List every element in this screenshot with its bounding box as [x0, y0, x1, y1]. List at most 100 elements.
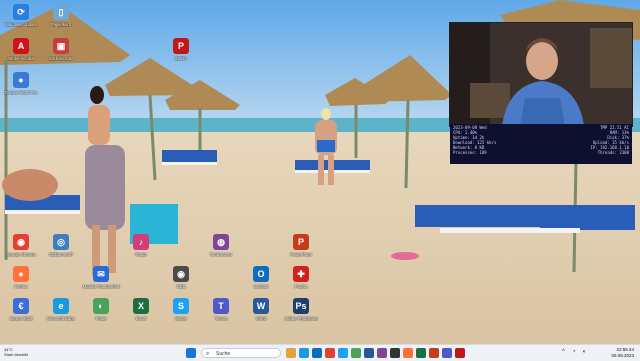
powerpoint-icon: P	[293, 234, 309, 250]
taskbar: 34°C Stark bewölkt ⌕ Suche ^ ◔ ◖ 22:55:4…	[0, 344, 640, 361]
webcam-overlay	[449, 22, 633, 127]
desktop-icon[interactable]: ◉ OBS	[160, 266, 202, 289]
desktop-icon[interactable]: S Skype	[160, 298, 202, 321]
sysinfo-row: Processes: 189 Threads: 2300	[453, 150, 629, 155]
system-monitor-widget: 2023-09-09 Wed TMP 22.51 AC CPU: 2.40% RAM:…	[450, 124, 632, 164]
desktop-icon-label: 22534	[175, 56, 187, 61]
chrome-icon[interactable]	[325, 348, 335, 358]
desktop-icon-label: Adobe Photoshop	[284, 316, 318, 321]
desktop-icon-label: Outlook	[253, 284, 269, 289]
desktop-icon[interactable]: Ps Adobe Photoshop	[280, 298, 322, 321]
desktop-icon[interactable]: ◐ Fotos	[80, 298, 122, 321]
photoshop-icon: Ps	[293, 298, 309, 314]
obs-icon: ◉	[173, 266, 189, 282]
desktop-icon[interactable]: P 22534	[160, 38, 202, 61]
desktop-icon[interactable]: ▯ Papierkorb	[40, 4, 82, 27]
desktop-icon[interactable]: P PowerPoint	[280, 234, 322, 257]
update-icon: ⟳	[13, 4, 29, 20]
word-icon: W	[253, 298, 269, 314]
desktop-icon[interactable]: ● Firefox	[0, 266, 42, 289]
desktop-icon-label: OBS	[176, 284, 186, 289]
photos-icon[interactable]	[351, 348, 361, 358]
weather-widget[interactable]: 34°C Stark bewölkt	[4, 347, 28, 357]
teams-icon: T	[213, 298, 229, 314]
desktop-icon[interactable]: ▣ Stick-Einsatz	[40, 38, 82, 61]
desktop-icon[interactable]: T Teams	[200, 298, 242, 321]
volume-icon[interactable]: ◖	[582, 349, 586, 355]
start-button[interactable]	[186, 348, 196, 358]
system-clock[interactable]: 22:55:44 09.08.2023	[611, 347, 634, 359]
desktop-icon-label: Windows Update	[5, 22, 37, 27]
excel-icon[interactable]	[416, 348, 426, 358]
desktop-icon[interactable]: e Microsoft Edge	[40, 298, 82, 321]
desktop-icon-label: Skype	[175, 316, 187, 321]
desktop-icon-label: Google Chrome	[6, 252, 36, 257]
desktop-icon-label: Papierkorb	[50, 22, 72, 27]
clock-date: 09.08.2023	[611, 353, 634, 358]
excel-icon: X	[133, 298, 149, 314]
tor-icon[interactable]	[377, 348, 387, 358]
desktop-icon-label: Word	[256, 316, 266, 321]
tax-icon: €	[13, 298, 29, 314]
sysinfo-value: Threads: 2300	[597, 150, 629, 155]
acrobat-icon: A	[13, 38, 29, 54]
skype-icon[interactable]	[338, 348, 348, 358]
desktop-icon-label: Microsoft Edge	[47, 316, 75, 321]
desktop-icon[interactable]: ⟳ Windows Update	[0, 4, 42, 27]
puzzle-icon: ✚	[293, 266, 309, 282]
network-icon[interactable]: ◔	[572, 349, 576, 355]
desktop-icon[interactable]: ✚ Puzzle	[280, 266, 322, 289]
desktop-icon[interactable]: ✉ Mozilla Thunderbird	[80, 266, 122, 289]
desktop-icon-label: Google Earth Pro	[4, 90, 38, 95]
desktop-icon-label: Radio	[135, 252, 147, 257]
desktop-icon-label: Fotos	[95, 316, 107, 321]
edge-icon[interactable]	[299, 348, 309, 358]
file-explorer-icon[interactable]	[286, 348, 296, 358]
desktop-icon-label: Steuer 2023	[9, 316, 33, 321]
desktop-icon-label: Teams	[214, 316, 228, 321]
desktop-icon[interactable]: € Steuer 2023	[0, 298, 42, 321]
word-icon[interactable]	[364, 348, 374, 358]
desktop-icon[interactable]: ◎ CDBurnerXP	[40, 234, 82, 257]
acrobat-icon[interactable]	[455, 348, 465, 358]
desktop-icon[interactable]: ◉ Google Chrome	[0, 234, 42, 257]
weather-description: Stark bewölkt	[4, 352, 29, 357]
desktop: ⟳ Windows Update ▯ Papierkorb A Adobe Acrobat…	[0, 0, 640, 344]
desktop-icon[interactable]: W Word	[240, 298, 282, 321]
desktop-icon[interactable]: X Excel	[120, 298, 162, 321]
desktop-icon[interactable]: ◍ Tor Browser	[200, 234, 242, 257]
desktop-icon-label: Stick-Einsatz	[48, 56, 74, 61]
webcam-video	[450, 23, 632, 126]
desktop-icon[interactable]: ● Google Earth Pro	[0, 72, 42, 95]
recycle-bin-icon: ▯	[53, 4, 69, 20]
thunderbird-icon: ✉	[93, 266, 109, 282]
chevron-up-icon[interactable]: ^	[562, 349, 565, 355]
powerpoint-icon[interactable]	[429, 348, 439, 358]
desktop-icon-label: Tor Browser	[209, 252, 233, 257]
radio-icon: ♪	[133, 234, 149, 250]
desktop-icon[interactable]: O Outlook	[240, 266, 282, 289]
firefox-icon[interactable]	[403, 348, 413, 358]
desktop-icon-label: Adobe Acrobat	[7, 56, 35, 61]
desktop-icon[interactable]: A Adobe Acrobat	[0, 38, 42, 61]
desktop-icon-label: Mozilla Thunderbird	[82, 284, 120, 289]
desktop-icon-label: Puzzle	[294, 284, 308, 289]
stick-icon: ▣	[53, 38, 69, 54]
terminal-icon[interactable]	[390, 348, 400, 358]
edge-icon: e	[53, 298, 69, 314]
taskbar-search[interactable]: ⌕ Suche	[201, 348, 281, 358]
teams-icon[interactable]	[442, 348, 452, 358]
search-placeholder: Suche	[216, 351, 231, 357]
chrome-icon: ◉	[13, 234, 29, 250]
mail-icon[interactable]	[312, 348, 322, 358]
desktop-icon-label: CDBurnerXP	[48, 252, 74, 257]
outlook-icon: O	[253, 266, 269, 282]
desktop-icon[interactable]: ♪ Radio	[120, 234, 162, 257]
photos-icon: ◐	[93, 298, 109, 314]
disc-icon: ◎	[53, 234, 69, 250]
desktop-icon-label: PowerPoint	[290, 252, 312, 257]
earth-icon: ●	[13, 72, 29, 88]
search-icon: ⌕	[206, 351, 210, 357]
desktop-icon-label: Excel	[135, 316, 147, 321]
desktop-icon-label: Firefox	[14, 284, 28, 289]
